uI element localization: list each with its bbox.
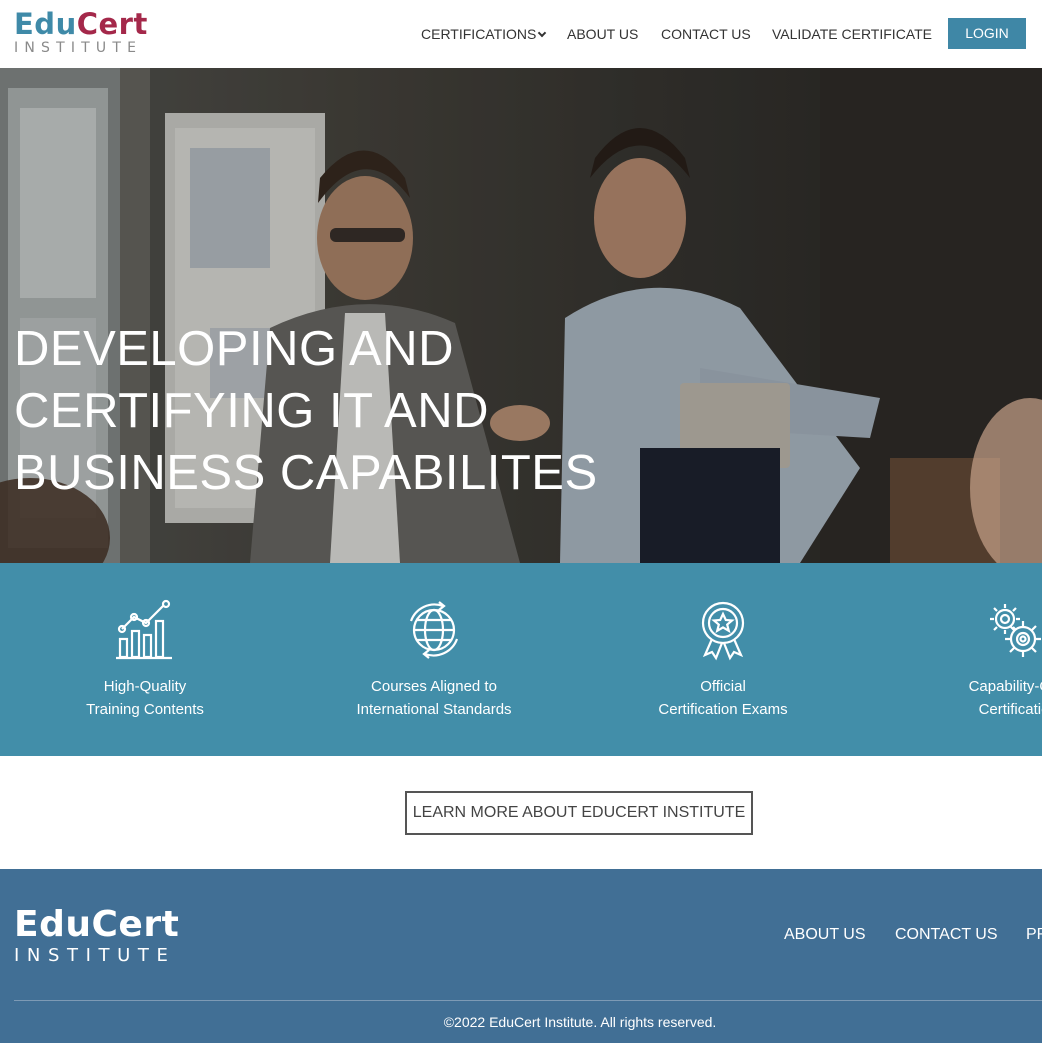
educert-logo[interactable]: EduCert INSTITUTE [14,7,148,57]
feature-line-2: Certification Exams [658,701,788,718]
nav-validate-certificate[interactable]: VALIDATE CERTIFICATE [772,26,932,42]
footer-logo-wordmark: EduCert [14,904,180,945]
footer-logo-subtitle: INSTITUTE [14,945,176,966]
feature-certification-exams: Official Certification Exams [593,563,853,721]
site-header: EduCert INSTITUTE CERTIFICATIONS ABOUT U… [0,0,1042,68]
feature-line-1: Courses Aligned to [371,678,497,695]
footer-link-about-us[interactable]: ABOUT US [784,926,866,944]
chevron-down-icon [538,28,547,38]
nav-about-us[interactable]: ABOUT US [567,26,638,42]
gears-icon [990,604,1041,657]
login-button[interactable]: LOGIN [948,18,1026,49]
feature-line-1: Capability-Ori [968,678,1042,695]
site-footer: EduCert INSTITUTE ABOUT US CONTACT US PR… [0,869,1042,1043]
award-badge-icon [701,601,745,661]
feature-line-2: International Standards [356,701,512,718]
logo-wordmark: EduCert [14,7,148,41]
footer-link-privacy[interactable]: PR [1026,926,1042,944]
hero-banner: DEVELOPING AND CERTIFYING IT AND BUSINES… [0,68,1042,563]
globe-icon [409,601,459,659]
footer-divider [14,1000,1042,1001]
feature-international-standards: Courses Aligned to International Standar… [304,563,564,721]
footer-logo[interactable]: EduCert INSTITUTE [14,907,179,966]
nav-contact-us[interactable]: CONTACT US [661,26,751,42]
feature-line-1: Official [700,678,746,695]
hero-headline-line: BUSINESS CAPABILITES [14,446,598,500]
features-band: High-Quality Training Contents Courses A… [0,563,1042,756]
footer-link-contact-us[interactable]: CONTACT US [895,926,998,944]
hero-headline: DEVELOPING AND CERTIFYING IT AND BUSINES… [14,318,598,504]
hero-headline-line: DEVELOPING AND [14,322,454,376]
feature-line-2: Certificatio [978,701,1042,718]
feature-line-1: High-Quality [103,678,187,695]
feature-training-contents: High-Quality Training Contents [15,563,275,721]
nav-certifications-label: CERTIFICATIONS [421,26,537,42]
footer-copyright: ©2022 EduCert Institute. All rights rese… [443,1014,717,1030]
feature-capability-certification: Capability-Ori Certificatio [884,563,1042,721]
nav-certifications[interactable]: CERTIFICATIONS [421,26,547,42]
feature-line-2: Training Contents [86,701,204,718]
hero-headline-line: CERTIFYING IT AND [14,384,489,438]
logo-subtitle: INSTITUTE [14,40,143,56]
chart-growth-icon [116,599,172,660]
learn-more-button[interactable]: LEARN MORE ABOUT EDUCERT INSTITUTE [405,791,753,835]
